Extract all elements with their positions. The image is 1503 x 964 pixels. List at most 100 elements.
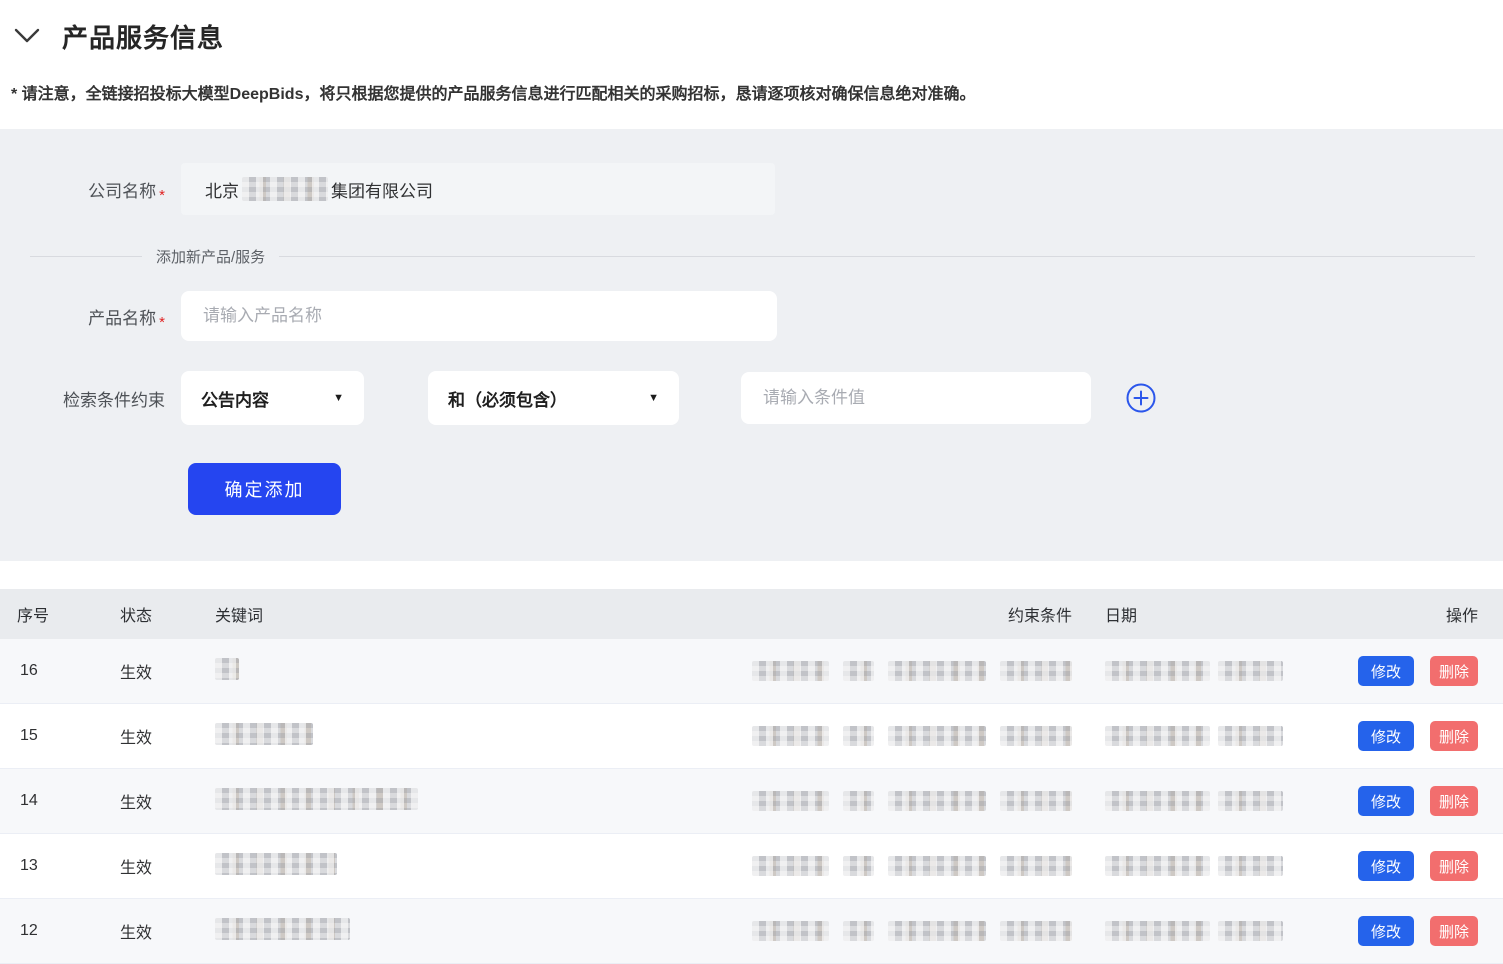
cell-seq: 15 [17, 727, 120, 745]
company-value-prefix: 北京 [205, 177, 239, 202]
cell-seq: 16 [17, 662, 120, 680]
column-header-5: 操作 [1326, 602, 1486, 626]
cell-seq: 14 [17, 792, 120, 810]
cell-status: 生效 [120, 854, 215, 878]
condition-operator-select[interactable]: 和（必须包含） ▼ [428, 371, 679, 425]
cell-date [1072, 921, 1326, 941]
cell-date [1072, 791, 1326, 811]
redacted-text [752, 791, 829, 811]
table-body: 16 生效 修改 删除 15 生效 修改 删除 14 生效 修改 删除 13 生 [0, 639, 1503, 964]
table-row: 15 生效 修改 删除 [0, 704, 1503, 769]
redacted-text [1000, 791, 1072, 811]
redacted-text [888, 661, 986, 681]
redacted-text [752, 661, 829, 681]
chevron-down-icon[interactable] [14, 26, 40, 46]
cell-status: 生效 [120, 789, 215, 813]
redacted-text [1105, 661, 1210, 681]
product-name-row: 产品名称* [0, 291, 1503, 341]
table-header-row: 序号状态关键词约束条件日期操作 [0, 589, 1503, 639]
redacted-text [752, 726, 829, 746]
cell-actions: 修改 删除 [1326, 786, 1486, 816]
redacted-text [888, 726, 986, 746]
confirm-add-button[interactable]: 确定添加 [188, 463, 341, 515]
edit-button[interactable]: 修改 [1358, 721, 1414, 751]
redacted-text [843, 726, 874, 746]
cell-constraint [702, 791, 1072, 811]
column-header-0: 序号 [17, 602, 120, 626]
product-name-input[interactable] [181, 291, 777, 341]
cell-date [1072, 661, 1326, 681]
condition-value-input[interactable] [741, 372, 1091, 424]
cell-actions: 修改 删除 [1326, 916, 1486, 946]
delete-button[interactable]: 删除 [1430, 721, 1478, 751]
company-label: 公司名称* [0, 177, 165, 202]
product-label: 产品名称* [0, 304, 165, 329]
column-header-4: 日期 [1072, 602, 1326, 626]
condition-row: 检索条件约束 公告内容 ▼ 和（必须包含） ▼ [0, 371, 1503, 425]
cell-keyword [215, 723, 702, 750]
cell-constraint [702, 921, 1072, 941]
add-condition-button[interactable] [1125, 382, 1157, 414]
edit-button[interactable]: 修改 [1358, 656, 1414, 686]
cell-status: 生效 [120, 659, 215, 683]
company-name-field: 北京 集团有限公司 [181, 163, 775, 215]
cell-status: 生效 [120, 919, 215, 943]
cell-date [1072, 856, 1326, 876]
cell-constraint [702, 661, 1072, 681]
condition-field-select[interactable]: 公告内容 ▼ [181, 371, 364, 425]
redacted-text [888, 791, 986, 811]
redacted-keyword [215, 658, 239, 680]
edit-button[interactable]: 修改 [1358, 916, 1414, 946]
required-mark: * [159, 187, 165, 204]
delete-button[interactable]: 删除 [1430, 656, 1478, 686]
delete-button[interactable]: 删除 [1430, 851, 1478, 881]
cell-keyword [215, 918, 702, 945]
condition-operator-value: 和（必须包含） [448, 386, 567, 411]
redacted-text [1218, 856, 1283, 876]
notice-text: * 请注意，全链接招投标大模型DeepBids，将只根据您提供的产品服务信息进行… [11, 80, 1503, 104]
redacted-text [1000, 726, 1072, 746]
company-value-suffix: 集团有限公司 [331, 177, 433, 202]
company-row: 公司名称* 北京 集团有限公司 [0, 163, 1503, 215]
edit-button[interactable]: 修改 [1358, 851, 1414, 881]
column-header-3: 约束条件 [702, 602, 1072, 626]
keyword-table: 序号状态关键词约束条件日期操作 16 生效 修改 删除 15 生效 修改 删除 … [0, 589, 1503, 964]
cell-keyword [215, 853, 702, 880]
table-row: 13 生效 修改 删除 [0, 834, 1503, 899]
redacted-keyword [215, 788, 418, 810]
redacted-text [888, 856, 986, 876]
redacted-text [752, 921, 829, 941]
redacted-text [1218, 791, 1283, 811]
redacted-company-name [242, 177, 328, 201]
redacted-text [1000, 661, 1072, 681]
cell-constraint [702, 726, 1072, 746]
caret-down-icon: ▼ [648, 392, 659, 404]
page-title: 产品服务信息 [62, 18, 224, 55]
redacted-keyword [215, 853, 337, 875]
table-row: 16 生效 修改 删除 [0, 639, 1503, 704]
delete-button[interactable]: 删除 [1430, 786, 1478, 816]
cell-date [1072, 726, 1326, 746]
table-row: 12 生效 修改 删除 [0, 899, 1503, 964]
cell-seq: 12 [17, 922, 120, 940]
cell-seq: 13 [17, 857, 120, 875]
delete-button[interactable]: 删除 [1430, 916, 1478, 946]
redacted-text [843, 661, 874, 681]
cell-actions: 修改 删除 [1326, 656, 1486, 686]
redacted-text [1000, 856, 1072, 876]
redacted-text [888, 921, 986, 941]
cell-keyword [215, 658, 702, 685]
redacted-text [843, 791, 874, 811]
edit-button[interactable]: 修改 [1358, 786, 1414, 816]
cell-constraint [702, 856, 1072, 876]
redacted-text [1218, 661, 1283, 681]
redacted-text [1000, 921, 1072, 941]
redacted-keyword [215, 918, 350, 940]
column-header-1: 状态 [120, 602, 215, 626]
section-header: 产品服务信息 [0, 0, 1503, 52]
redacted-text [843, 921, 874, 941]
condition-field-value: 公告内容 [201, 386, 269, 411]
redacted-text [1105, 921, 1210, 941]
redacted-text [1218, 726, 1283, 746]
cell-keyword [215, 788, 702, 815]
